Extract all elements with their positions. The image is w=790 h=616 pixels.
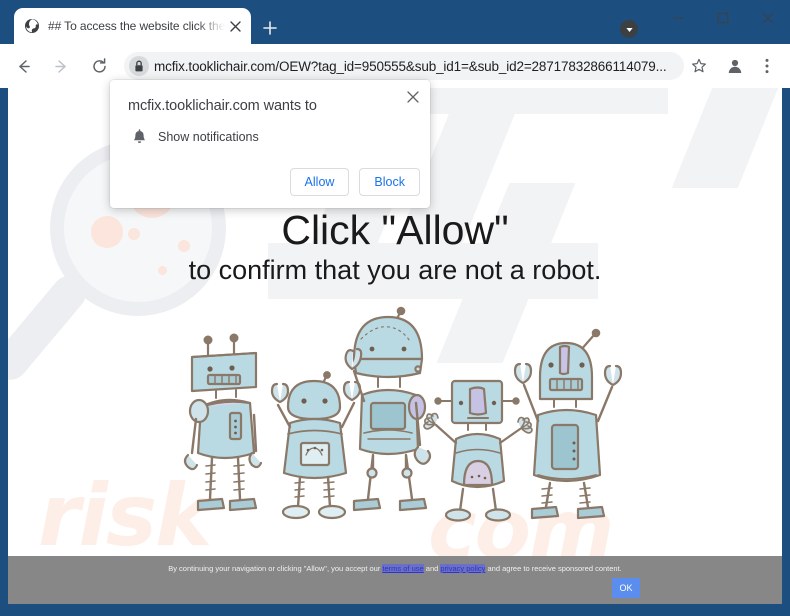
robots-illustration [168, 303, 628, 583]
three-dot-menu-icon[interactable] [752, 51, 782, 81]
maximize-button[interactable] [700, 0, 745, 36]
terms-of-use-link[interactable]: terms of use [382, 564, 424, 573]
tab-title: ## To access the website click the [48, 19, 225, 33]
back-arrow-icon[interactable] [8, 51, 38, 81]
consent-text-after: and agree to receive sponsored content. [487, 564, 622, 573]
robot-2 [270, 371, 362, 520]
close-icon[interactable] [402, 86, 424, 108]
address-bar[interactable]: mcfix.tooklichair.com/OEW?tag_id=950555&… [124, 52, 684, 80]
robot-3 [344, 306, 432, 512]
tab-close-icon[interactable] [225, 16, 245, 36]
consent-bar: By continuing your navigation or clickin… [8, 556, 782, 604]
consent-text-between: and [425, 564, 439, 573]
permission-dialog-title: mcfix.tooklichair.com wants to [128, 98, 317, 114]
lock-icon[interactable] [126, 54, 152, 78]
permission-row: Show notifications [128, 126, 259, 148]
update-icon[interactable] [620, 20, 638, 38]
page-headline: Click "Allow" [281, 207, 509, 253]
browser-window: ## To access the website click the mcfix… [0, 0, 790, 616]
robot-1 [183, 333, 263, 512]
globe-icon [24, 18, 40, 34]
forward-arrow-icon [46, 51, 76, 81]
bell-icon [128, 126, 150, 148]
window-controls [655, 0, 790, 38]
allow-button[interactable]: Allow [289, 168, 350, 196]
permission-label: Show notifications [158, 130, 259, 144]
consent-ok-button[interactable]: OK [612, 578, 640, 598]
reload-icon[interactable] [84, 51, 114, 81]
star-icon[interactable] [686, 53, 712, 79]
page-subheadline: to confirm that you are not a robot. [188, 255, 602, 285]
url-text: mcfix.tooklichair.com/OEW?tag_id=950555&… [154, 58, 667, 74]
browser-tab[interactable]: ## To access the website click the [14, 8, 251, 44]
minimize-button[interactable] [655, 0, 700, 36]
new-tab-button[interactable] [256, 14, 284, 42]
profile-icon[interactable] [720, 51, 750, 81]
robot-4 [423, 379, 533, 522]
consent-text: By continuing your navigation or clickin… [8, 564, 782, 573]
close-window-button[interactable] [745, 0, 790, 36]
block-button[interactable]: Block [359, 168, 420, 196]
permission-actions: Allow Block [289, 168, 420, 196]
notification-permission-dialog: mcfix.tooklichair.com wants to Show noti… [110, 80, 430, 208]
tab-strip: ## To access the website click the [0, 0, 790, 44]
consent-text-before: By continuing your navigation or clickin… [168, 564, 381, 573]
privacy-policy-link[interactable]: privacy policy [440, 564, 486, 573]
